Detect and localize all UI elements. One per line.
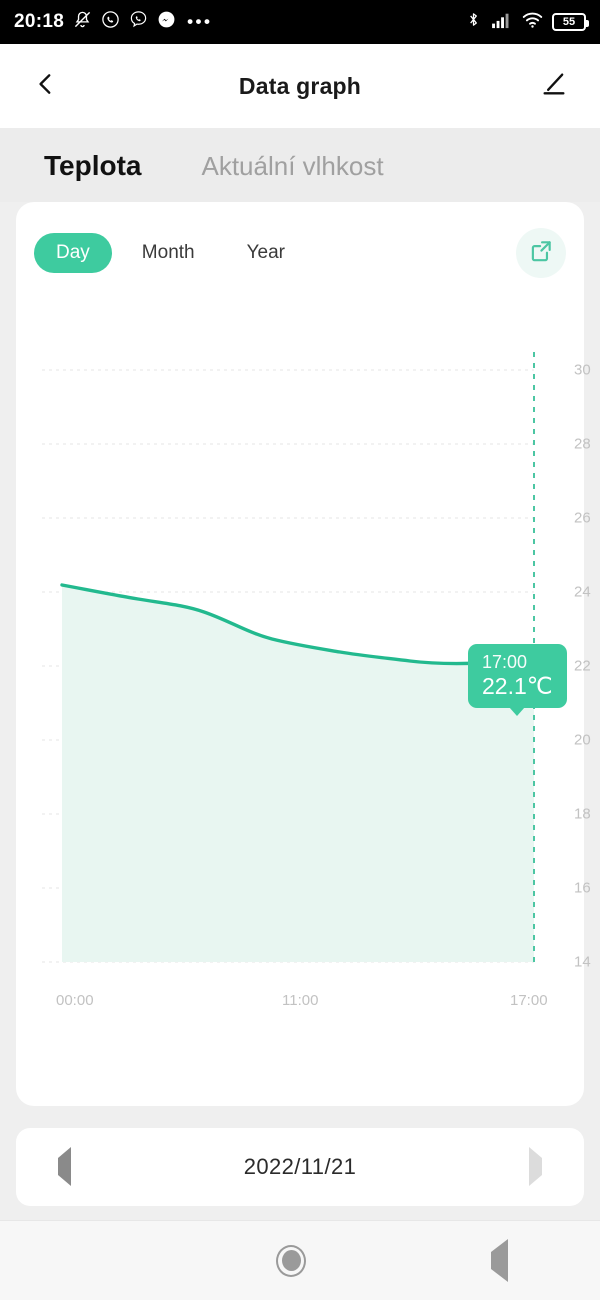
range-selector: Day Month Year bbox=[34, 233, 307, 273]
viber-icon bbox=[129, 10, 148, 34]
tab-aktualni-vlhkost[interactable]: Aktuální vlhkost bbox=[201, 151, 383, 182]
circle-home-icon bbox=[276, 1244, 307, 1277]
status-time: 20:18 bbox=[14, 11, 65, 32]
range-option-year[interactable]: Year bbox=[225, 233, 307, 273]
triangle-back-icon bbox=[490, 1238, 508, 1282]
back-button[interactable] bbox=[24, 64, 68, 108]
triangle-right-icon bbox=[528, 1147, 542, 1186]
back-nav-button[interactable] bbox=[490, 1238, 508, 1282]
x-tick-label: 11:00 bbox=[282, 992, 319, 1009]
battery-indicator: 55 bbox=[552, 13, 589, 31]
whatsapp-icon bbox=[101, 10, 120, 34]
tooltip-time: 17:00 bbox=[482, 652, 528, 672]
metric-tabs: Teplota Aktuální vlhkost bbox=[0, 128, 600, 202]
range-option-day[interactable]: Day bbox=[34, 233, 112, 273]
y-tick-label: 20 bbox=[574, 731, 591, 749]
y-tick-label: 24 bbox=[574, 583, 591, 601]
messenger-icon bbox=[157, 10, 176, 34]
bluetooth-icon bbox=[465, 10, 482, 34]
x-tick-label: 00:00 bbox=[56, 992, 94, 1009]
edit-button[interactable] bbox=[532, 64, 576, 108]
y-tick-label: 26 bbox=[574, 509, 591, 527]
x-tick-label: 17:00 bbox=[510, 992, 548, 1009]
share-button[interactable] bbox=[516, 228, 566, 278]
y-tick-label: 30 bbox=[574, 361, 591, 379]
y-tick-label: 16 bbox=[574, 879, 591, 897]
battery-level-text: 55 bbox=[562, 15, 576, 28]
android-navigation-bar bbox=[0, 1220, 600, 1300]
wifi-icon bbox=[522, 11, 543, 34]
pencil-edit-icon bbox=[540, 70, 568, 103]
status-bar: 20:18 ••• 55 bbox=[0, 0, 600, 44]
range-option-month[interactable]: Month bbox=[120, 233, 217, 273]
cellular-signal-icon bbox=[491, 11, 513, 34]
triangle-left-icon bbox=[58, 1147, 71, 1186]
tab-teplota[interactable]: Teplota bbox=[44, 150, 141, 182]
status-bar-left: 20:18 ••• bbox=[14, 10, 212, 34]
next-day-button[interactable] bbox=[528, 1147, 542, 1186]
chart-area-fill bbox=[62, 585, 534, 962]
home-button[interactable] bbox=[276, 1244, 307, 1277]
previous-day-button[interactable] bbox=[58, 1147, 71, 1186]
y-tick-label: 28 bbox=[574, 435, 591, 453]
chart-card-toolbar: Day Month Year bbox=[34, 228, 566, 278]
chart-tooltip: 17:00 22.1℃ bbox=[468, 644, 567, 708]
app-header: Data graph bbox=[0, 44, 600, 128]
y-tick-label: 14 bbox=[574, 953, 591, 971]
bell-muted-icon bbox=[73, 10, 92, 34]
y-tick-label: 22 bbox=[574, 657, 591, 675]
share-external-link-icon bbox=[528, 238, 554, 269]
current-date-label: 2022/11/21 bbox=[243, 1154, 357, 1179]
date-navigator: 2022/11/21 bbox=[16, 1128, 584, 1206]
temperature-chart[interactable]: 17:00 22.1℃ 30 28 26 24 22 20 18 16 14 0… bbox=[34, 292, 591, 1092]
page-title: Data graph bbox=[238, 72, 362, 99]
status-bar-right: 55 bbox=[465, 10, 589, 34]
y-tick-label: 18 bbox=[574, 805, 591, 823]
status-overflow-icon: ••• bbox=[187, 12, 213, 31]
tooltip-value: 22.1℃ bbox=[482, 673, 553, 699]
chevron-left-icon bbox=[33, 69, 59, 104]
chart-card: Day Month Year 17:00 22.1℃ 30 28 26 24 2… bbox=[16, 202, 591, 1106]
